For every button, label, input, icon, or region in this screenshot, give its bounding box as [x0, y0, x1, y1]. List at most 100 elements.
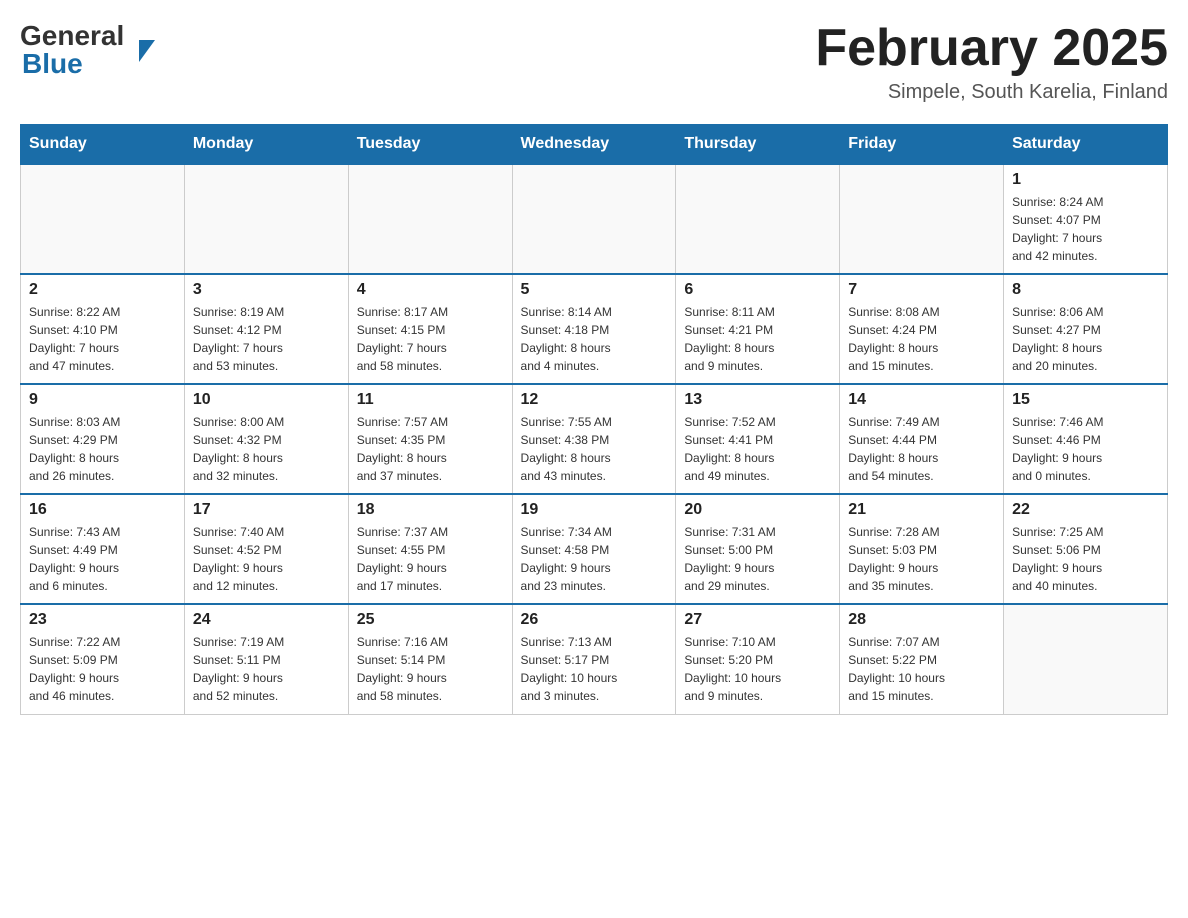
day-info: Sunrise: 8:03 AM Sunset: 4:29 PM Dayligh…: [29, 413, 176, 485]
day-number: 5: [521, 281, 668, 299]
day-info: Sunrise: 8:06 AM Sunset: 4:27 PM Dayligh…: [1012, 303, 1159, 375]
calendar-day-cell: 15 Sunrise: 7:46 AM Sunset: 4:46 PM Dayli…: [1004, 384, 1168, 494]
calendar-day-cell: 18 Sunrise: 7:37 AM Sunset: 4:55 PM Dayli…: [348, 494, 512, 604]
col-tuesday: Tuesday: [348, 125, 512, 165]
calendar-week-row: 2 Sunrise: 8:22 AM Sunset: 4:10 PM Daylig…: [21, 274, 1168, 384]
day-info: Sunrise: 8:17 AM Sunset: 4:15 PM Dayligh…: [357, 303, 504, 375]
calendar-day-cell: 10 Sunrise: 8:00 AM Sunset: 4:32 PM Dayli…: [184, 384, 348, 494]
day-number: 3: [193, 281, 340, 299]
day-info: Sunrise: 7:19 AM Sunset: 5:11 PM Dayligh…: [193, 633, 340, 705]
day-info: Sunrise: 7:52 AM Sunset: 4:41 PM Dayligh…: [684, 413, 831, 485]
day-info: Sunrise: 8:00 AM Sunset: 4:32 PM Dayligh…: [193, 413, 340, 485]
day-number: 14: [848, 391, 995, 409]
location-subtitle: Simpele, South Karelia, Finland: [815, 81, 1168, 104]
calendar-day-cell: 24 Sunrise: 7:19 AM Sunset: 5:11 PM Dayli…: [184, 604, 348, 714]
calendar-header-row: Sunday Monday Tuesday Wednesday Thursday…: [21, 125, 1168, 165]
day-number: 12: [521, 391, 668, 409]
day-info: Sunrise: 7:31 AM Sunset: 5:00 PM Dayligh…: [684, 523, 831, 595]
day-number: 16: [29, 501, 176, 519]
calendar-day-cell: 28Sunrise: 7:07 AM Sunset: 5:22 PM Dayli…: [840, 604, 1004, 714]
month-title: February 2025: [815, 20, 1168, 77]
calendar-day-cell: 19Sunrise: 7:34 AM Sunset: 4:58 PM Dayli…: [512, 494, 676, 604]
day-number: 27: [684, 611, 831, 629]
day-number: 9: [29, 391, 176, 409]
calendar-day-cell: [21, 164, 185, 274]
page-header: General Blue February 2025 Simpele, Sout…: [20, 20, 1168, 104]
day-number: 17: [193, 501, 340, 519]
day-info: Sunrise: 7:40 AM Sunset: 4:52 PM Dayligh…: [193, 523, 340, 595]
calendar-table: Sunday Monday Tuesday Wednesday Thursday…: [20, 124, 1168, 715]
calendar-day-cell: [840, 164, 1004, 274]
day-number: 21: [848, 501, 995, 519]
logo-blue-text: Blue: [22, 48, 83, 80]
day-info: Sunrise: 7:46 AM Sunset: 4:46 PM Dayligh…: [1012, 413, 1159, 485]
calendar-week-row: 23 Sunrise: 7:22 AM Sunset: 5:09 PM Dayli…: [21, 604, 1168, 714]
day-info: Sunrise: 7:22 AM Sunset: 5:09 PM Dayligh…: [29, 633, 176, 705]
calendar-day-cell: 25 Sunrise: 7:16 AM Sunset: 5:14 PM Dayli…: [348, 604, 512, 714]
day-number: 15: [1012, 391, 1159, 409]
calendar-day-cell: 6 Sunrise: 8:11 AM Sunset: 4:21 PM Daylig…: [676, 274, 840, 384]
calendar-day-cell: 17 Sunrise: 7:40 AM Sunset: 4:52 PM Dayli…: [184, 494, 348, 604]
calendar-day-cell: 26 Sunrise: 7:13 AM Sunset: 5:17 PM Dayli…: [512, 604, 676, 714]
calendar-day-cell: 13 Sunrise: 7:52 AM Sunset: 4:41 PM Dayli…: [676, 384, 840, 494]
calendar-day-cell: [676, 164, 840, 274]
day-info: Sunrise: 8:08 AM Sunset: 4:24 PM Dayligh…: [848, 303, 995, 375]
day-number: 13: [684, 391, 831, 409]
calendar-day-cell: 21Sunrise: 7:28 AM Sunset: 5:03 PM Dayli…: [840, 494, 1004, 604]
day-number: 4: [357, 281, 504, 299]
calendar-day-cell: 23 Sunrise: 7:22 AM Sunset: 5:09 PM Dayli…: [21, 604, 185, 714]
col-monday: Monday: [184, 125, 348, 165]
calendar-day-cell: [1004, 604, 1168, 714]
calendar-day-cell: 16 Sunrise: 7:43 AM Sunset: 4:49 PM Dayli…: [21, 494, 185, 604]
day-number: 10: [193, 391, 340, 409]
day-number: 8: [1012, 281, 1159, 299]
calendar-day-cell: 4 Sunrise: 8:17 AM Sunset: 4:15 PM Daylig…: [348, 274, 512, 384]
calendar-day-cell: 1Sunrise: 8:24 AM Sunset: 4:07 PM Daylig…: [1004, 164, 1168, 274]
calendar-day-cell: 27 Sunrise: 7:10 AM Sunset: 5:20 PM Dayli…: [676, 604, 840, 714]
day-number: 18: [357, 501, 504, 519]
calendar-day-cell: 3 Sunrise: 8:19 AM Sunset: 4:12 PM Daylig…: [184, 274, 348, 384]
calendar-day-cell: 12 Sunrise: 7:55 AM Sunset: 4:38 PM Dayli…: [512, 384, 676, 494]
day-info: Sunrise: 7:16 AM Sunset: 5:14 PM Dayligh…: [357, 633, 504, 705]
day-info: Sunrise: 7:37 AM Sunset: 4:55 PM Dayligh…: [357, 523, 504, 595]
col-saturday: Saturday: [1004, 125, 1168, 165]
calendar-day-cell: 8 Sunrise: 8:06 AM Sunset: 4:27 PM Daylig…: [1004, 274, 1168, 384]
day-info: Sunrise: 7:25 AM Sunset: 5:06 PM Dayligh…: [1012, 523, 1159, 595]
day-info: Sunrise: 7:10 AM Sunset: 5:20 PM Dayligh…: [684, 633, 831, 705]
calendar-day-cell: 20 Sunrise: 7:31 AM Sunset: 5:00 PM Dayli…: [676, 494, 840, 604]
calendar-week-row: 9 Sunrise: 8:03 AM Sunset: 4:29 PM Daylig…: [21, 384, 1168, 494]
day-number: 25: [357, 611, 504, 629]
day-number: 26: [521, 611, 668, 629]
day-info: Sunrise: 8:24 AM Sunset: 4:07 PM Dayligh…: [1012, 193, 1159, 265]
calendar-week-row: 1Sunrise: 8:24 AM Sunset: 4:07 PM Daylig…: [21, 164, 1168, 274]
calendar-day-cell: 14 Sunrise: 7:49 AM Sunset: 4:44 PM Dayli…: [840, 384, 1004, 494]
calendar-day-cell: 5Sunrise: 8:14 AM Sunset: 4:18 PM Daylig…: [512, 274, 676, 384]
col-friday: Friday: [840, 125, 1004, 165]
col-wednesday: Wednesday: [512, 125, 676, 165]
day-number: 11: [357, 391, 504, 409]
day-number: 20: [684, 501, 831, 519]
calendar-day-cell: 7 Sunrise: 8:08 AM Sunset: 4:24 PM Daylig…: [840, 274, 1004, 384]
day-info: Sunrise: 8:11 AM Sunset: 4:21 PM Dayligh…: [684, 303, 831, 375]
day-info: Sunrise: 7:07 AM Sunset: 5:22 PM Dayligh…: [848, 633, 995, 705]
calendar-day-cell: 11 Sunrise: 7:57 AM Sunset: 4:35 PM Dayli…: [348, 384, 512, 494]
calendar-week-row: 16 Sunrise: 7:43 AM Sunset: 4:49 PM Dayli…: [21, 494, 1168, 604]
day-number: 6: [684, 281, 831, 299]
day-info: Sunrise: 7:57 AM Sunset: 4:35 PM Dayligh…: [357, 413, 504, 485]
day-number: 2: [29, 281, 176, 299]
day-info: Sunrise: 8:19 AM Sunset: 4:12 PM Dayligh…: [193, 303, 340, 375]
day-info: Sunrise: 8:22 AM Sunset: 4:10 PM Dayligh…: [29, 303, 176, 375]
day-info: Sunrise: 7:49 AM Sunset: 4:44 PM Dayligh…: [848, 413, 995, 485]
day-number: 7: [848, 281, 995, 299]
calendar-day-cell: 9 Sunrise: 8:03 AM Sunset: 4:29 PM Daylig…: [21, 384, 185, 494]
title-section: February 2025 Simpele, South Karelia, Fi…: [815, 20, 1168, 104]
calendar-day-cell: 22Sunrise: 7:25 AM Sunset: 5:06 PM Dayli…: [1004, 494, 1168, 604]
day-number: 24: [193, 611, 340, 629]
day-info: Sunrise: 7:43 AM Sunset: 4:49 PM Dayligh…: [29, 523, 176, 595]
calendar-day-cell: [184, 164, 348, 274]
logo: General Blue: [20, 20, 139, 80]
day-number: 23: [29, 611, 176, 629]
day-info: Sunrise: 7:55 AM Sunset: 4:38 PM Dayligh…: [521, 413, 668, 485]
day-info: Sunrise: 7:13 AM Sunset: 5:17 PM Dayligh…: [521, 633, 668, 705]
calendar-day-cell: 2 Sunrise: 8:22 AM Sunset: 4:10 PM Daylig…: [21, 274, 185, 384]
